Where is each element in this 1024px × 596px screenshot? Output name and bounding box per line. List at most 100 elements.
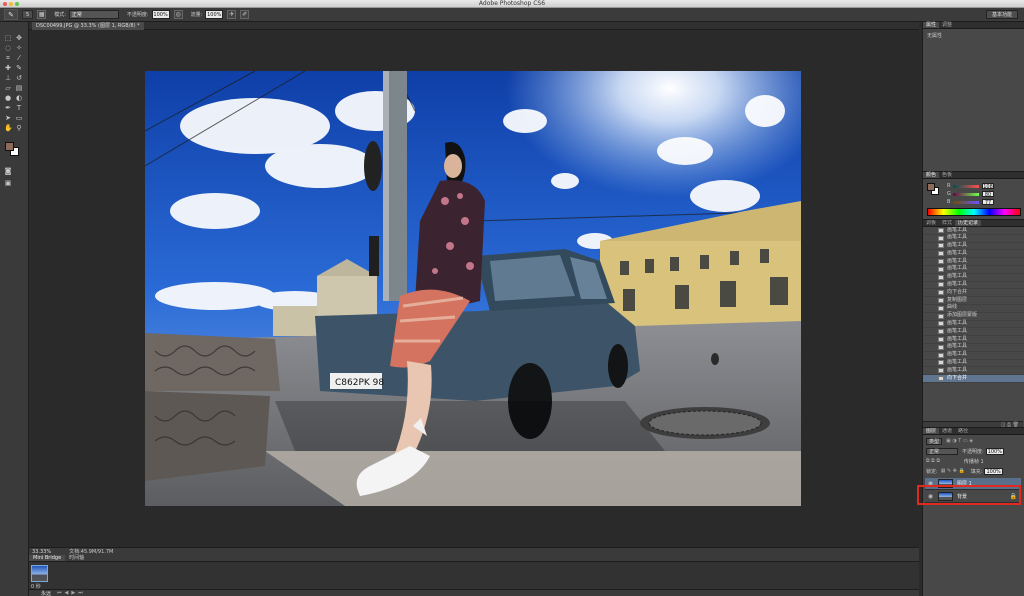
history-item[interactable]: 画笔工具 <box>923 336 1024 344</box>
airbrush-icon[interactable]: ✈ <box>227 10 237 19</box>
camera-icon[interactable]: ⎙ <box>1007 422 1011 427</box>
pressure-opacity-icon[interactable]: ◎ <box>173 10 183 19</box>
history-item[interactable]: 画笔工具 <box>923 328 1024 337</box>
document-tab[interactable]: DSC00499.JPG @ 33.3% (图层 1, RGB/8) * <box>32 22 144 30</box>
layer-kind-filter[interactable]: 类型 <box>926 437 943 445</box>
new-snapshot-icon[interactable]: ◫ <box>1001 422 1006 427</box>
tab-adjustments[interactable]: 调整 <box>939 22 955 28</box>
history-item[interactable]: 画笔工具 <box>923 367 1024 376</box>
history-list: 画笔工具 画笔工具 画笔工具 画笔工具 画笔工具 画笔工具 画笔工具 画笔工具 向下合并 复制图层… <box>923 227 1024 383</box>
brush-size-picker[interactable]: 5 <box>22 10 34 19</box>
eyedropper-tool-icon[interactable]: ⁄ <box>15 54 23 62</box>
red-value-input[interactable]: 108 <box>982 183 994 190</box>
quick-mask-icon[interactable]: ◙ <box>4 167 12 175</box>
gradient-tool-icon[interactable]: ▤ <box>15 84 23 92</box>
history-item[interactable]: 画笔工具 <box>923 227 1024 235</box>
mode-select[interactable]: 正常 <box>68 10 119 19</box>
history-item[interactable]: 画笔工具 <box>923 242 1024 251</box>
screen-mode-icon[interactable]: ▣ <box>4 179 12 187</box>
history-item[interactable]: 画笔工具 <box>923 265 1024 274</box>
history-item[interactable]: 画笔工具 <box>923 281 1024 290</box>
history-item[interactable]: 画笔工具 <box>923 351 1024 360</box>
zoom-level[interactable]: 33.33% <box>32 549 51 555</box>
frame-thumbnail[interactable] <box>31 565 48 582</box>
photo-canvas[interactable]: C862PK 98 <box>145 71 801 506</box>
layer-row-background[interactable]: ◉ 背景 🔒 <box>925 491 1021 503</box>
history-item[interactable]: 添加图层蒙版 <box>923 312 1024 321</box>
tab-properties[interactable]: 属性 <box>923 22 940 28</box>
tab-styles[interactable]: 样式 <box>939 220 955 226</box>
history-item[interactable]: 画笔工具 <box>923 273 1024 282</box>
layer-opacity-input[interactable]: 100% <box>985 447 1004 455</box>
tab-mini-bridge[interactable]: Mini Bridge <box>29 555 66 561</box>
opacity-input[interactable]: 100% <box>151 10 170 19</box>
quick-select-tool-icon[interactable]: ✧ <box>15 44 23 52</box>
green-slider[interactable] <box>953 192 979 196</box>
history-brush-tool-icon[interactable]: ↺ <box>15 74 23 82</box>
dodge-tool-icon[interactable]: ◐ <box>15 94 23 102</box>
lock-icons[interactable]: ▦ ✎ ✥ 🔒 <box>941 468 965 474</box>
color-spectrum-ramp[interactable] <box>927 208 1021 216</box>
propagate-frame-checkbox[interactable]: 传播帧 1 <box>964 458 984 465</box>
healing-tool-icon[interactable]: ✚ <box>4 64 12 72</box>
brush-panel-toggle-icon[interactable]: ▦ <box>37 10 47 19</box>
tab-color[interactable]: 颜色 <box>923 172 940 178</box>
foreground-color-swatch[interactable] <box>5 142 14 151</box>
history-item[interactable]: 向下合并 <box>923 288 1024 298</box>
history-item[interactable]: 画笔工具 <box>923 343 1024 352</box>
visibility-eye-icon[interactable]: ◉ <box>927 493 934 500</box>
crop-tool-icon[interactable]: ⌗ <box>4 54 12 62</box>
tab-timeline[interactable]: 时间轴 <box>65 555 88 561</box>
blue-value-input[interactable]: 77 <box>982 199 994 206</box>
eraser-tool-icon[interactable]: ▱ <box>4 84 12 92</box>
tab-swatches[interactable]: 色板 <box>939 172 955 178</box>
pen-tool-icon[interactable]: ✒ <box>4 104 12 112</box>
history-item[interactable]: 画笔工具 <box>923 258 1024 266</box>
brush-tool-preset-icon[interactable]: ✎ <box>4 9 18 20</box>
history-item[interactable]: 画笔工具 <box>923 320 1024 329</box>
layer-row-layer-1[interactable]: ◉ 图层 1 <box>925 478 1021 490</box>
tab-layers[interactable]: 图层 <box>923 428 940 434</box>
tab-adjust[interactable]: 调板 <box>923 220 939 226</box>
document-size-info[interactable]: 文档:45.9M/91.7M <box>69 548 113 555</box>
layer-blend-mode-select[interactable]: 正常 <box>926 447 958 455</box>
tab-paths[interactable]: 路径 <box>955 428 971 434</box>
flow-input[interactable]: 100% <box>205 10 224 19</box>
layer-name[interactable]: 背景 <box>957 493 967 500</box>
visibility-eye-icon[interactable]: ◉ <box>927 480 934 487</box>
unify-icons[interactable]: ⧉ ⧉ ⧉ <box>926 458 940 464</box>
tab-channels[interactable]: 通道 <box>939 428 955 434</box>
layer-name[interactable]: 图层 1 <box>957 480 972 487</box>
tab-history[interactable]: 历史记录 <box>955 220 982 226</box>
history-item[interactable]: 向下合并 <box>923 375 1024 383</box>
zoom-tool-icon[interactable]: ⚲ <box>15 124 23 132</box>
history-item[interactable]: 画笔工具 <box>923 359 1024 368</box>
playback-controls-icon[interactable]: ⏮◀▶⏭ <box>57 590 86 596</box>
layer-thumbnail <box>938 492 953 501</box>
color-panel-foreground-swatch[interactable] <box>927 183 935 191</box>
brush-tool-icon[interactable]: ✎ <box>15 64 23 72</box>
history-item[interactable]: 画笔工具 <box>923 250 1024 259</box>
blue-slider[interactable] <box>953 200 979 204</box>
pressure-size-icon[interactable]: ✐ <box>240 10 250 19</box>
workspace-switcher[interactable]: 基本功能 <box>986 10 1018 19</box>
history-item[interactable]: 复制图层 <box>923 297 1024 305</box>
trash-icon[interactable]: 🗑 <box>1013 422 1019 427</box>
loop-options-select[interactable]: 永远 <box>41 590 51 596</box>
lasso-tool-icon[interactable]: ◌ <box>4 44 12 52</box>
red-slider[interactable] <box>953 184 979 188</box>
blur-tool-icon[interactable]: ● <box>4 94 12 102</box>
canvas-area[interactable]: C862PK 98 <box>29 30 919 547</box>
type-tool-icon[interactable]: T <box>15 104 23 112</box>
move-tool-icon[interactable]: ✥ <box>15 34 23 42</box>
green-value-input[interactable]: 80 <box>982 191 994 198</box>
path-select-tool-icon[interactable]: ➤ <box>4 114 12 122</box>
fill-input[interactable]: 100% <box>984 467 1003 475</box>
hand-tool-icon[interactable]: ✋ <box>4 124 13 132</box>
marquee-tool-icon[interactable]: ⬚ <box>4 34 12 42</box>
history-item-label: 向下合并 <box>947 288 968 295</box>
filter-icons[interactable]: ▣ ◑ T ▭ ◈ <box>946 438 973 444</box>
history-item[interactable]: 画笔工具 <box>923 234 1024 243</box>
shape-tool-icon[interactable]: ▭ <box>15 114 23 122</box>
stamp-tool-icon[interactable]: ⊥ <box>4 74 12 82</box>
